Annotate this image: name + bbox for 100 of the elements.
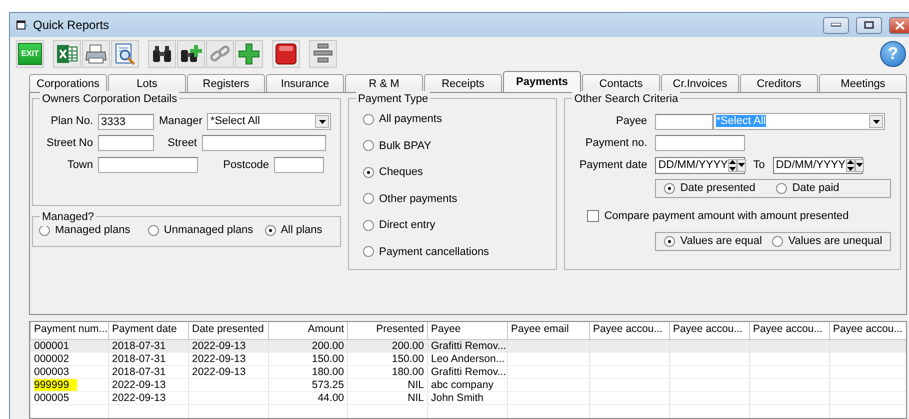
- option-label: Payment cancellations: [379, 244, 490, 260]
- field-label: To: [753, 158, 765, 173]
- toolbar-button[interactable]: [177, 40, 205, 68]
- binoculars-plus-icon: [180, 44, 202, 64]
- table-cell: 2022-09-13: [112, 392, 166, 404]
- text-field[interactable]: [202, 135, 326, 152]
- option-label: Date presented: [680, 180, 756, 196]
- radio-button[interactable]: [363, 166, 374, 178]
- table-cell: abc company: [431, 378, 494, 390]
- printer-icon: [85, 44, 107, 64]
- field-label: Plan No.: [50, 114, 93, 130]
- radio-button[interactable]: [664, 182, 676, 194]
- table-cell: 2022-09-13: [192, 352, 246, 364]
- date-field[interactable]: DD/MM/YYYY: [772, 156, 863, 174]
- table-cell: 150.00: [392, 352, 424, 364]
- app-icon: [16, 19, 29, 31]
- toolbar-button[interactable]: [148, 40, 176, 68]
- radio-button[interactable]: [363, 220, 374, 231]
- maximize-button[interactable]: [856, 16, 882, 34]
- tab[interactable]: R & M: [345, 74, 423, 92]
- table-cell: John Smith: [431, 392, 484, 404]
- text-field[interactable]: [655, 135, 746, 152]
- table-cell-text: 000001: [34, 340, 70, 352]
- table-cell: 200.00: [392, 340, 424, 352]
- field-label: Street: [166, 136, 197, 151]
- tab[interactable]: Payments: [503, 71, 581, 92]
- tab[interactable]: Corporations: [29, 74, 107, 92]
- tab[interactable]: Lots: [108, 74, 186, 92]
- column-header[interactable]: Payment date: [108, 322, 188, 339]
- tab[interactable]: Cr.Invoices: [661, 74, 739, 92]
- text-field[interactable]: [274, 156, 324, 173]
- tab[interactable]: Registers: [187, 74, 265, 92]
- plus-icon: [238, 43, 260, 65]
- option-label: Date paid: [792, 180, 840, 196]
- radio-button[interactable]: [776, 182, 788, 194]
- toolbar-button[interactable]: [82, 40, 110, 68]
- field-label: Street No: [46, 136, 93, 151]
- table-cell: 180.00: [392, 366, 424, 378]
- manager-dropdown[interactable]: *Select All: [207, 113, 332, 130]
- field-label: Manager: [159, 114, 202, 130]
- table-cell: 2018-07-31: [112, 340, 166, 352]
- minimize-button[interactable]: [823, 16, 849, 34]
- field-label: Town: [66, 158, 93, 172]
- option-label: All plans: [280, 223, 322, 238]
- table-cell: NIL: [408, 392, 424, 404]
- column-header[interactable]: Payee email: [508, 322, 590, 339]
- radio-button[interactable]: [664, 236, 676, 247]
- table-cell: 999999: [34, 378, 78, 390]
- field-label: Postcode: [222, 158, 269, 172]
- column-header[interactable]: Date presented: [188, 322, 268, 339]
- tab[interactable]: Insurance: [266, 74, 344, 92]
- tab[interactable]: Contacts: [582, 74, 660, 92]
- text-field[interactable]: [98, 156, 198, 173]
- preview-icon: [114, 43, 136, 65]
- column-header[interactable]: Presented: [348, 322, 428, 339]
- spinner-icon[interactable]: [728, 158, 737, 172]
- table-cell: 200.00: [312, 340, 344, 352]
- radio-button[interactable]: [148, 224, 159, 236]
- column-header[interactable]: Payment num...: [30, 322, 108, 339]
- radio-button[interactable]: [363, 193, 374, 204]
- spinner-icon[interactable]: [846, 158, 854, 172]
- option-label: Bulk BPAY: [379, 138, 432, 154]
- close-button[interactable]: [889, 16, 909, 34]
- column-header[interactable]: Payee: [428, 322, 508, 339]
- text-field[interactable]: [655, 114, 714, 130]
- date-field[interactable]: DD/MM/YYYY: [655, 156, 746, 174]
- tab[interactable]: Receipts: [424, 74, 502, 92]
- radio-button[interactable]: [363, 140, 374, 152]
- tab[interactable]: Creditors: [740, 74, 818, 92]
- tab[interactable]: Meetings: [819, 74, 907, 92]
- text-field[interactable]: [98, 135, 154, 152]
- option-label: All payments: [379, 112, 442, 127]
- table-cell: NIL: [408, 378, 424, 390]
- option-label: Managed plans: [55, 223, 130, 238]
- option-label: Unmanaged plans: [164, 223, 254, 238]
- column-header[interactable]: Payee accou...: [670, 322, 750, 339]
- checkbox[interactable]: [587, 210, 600, 222]
- table-cell: 2022-09-13: [192, 340, 246, 352]
- table-cell: Grafitti Remov...: [431, 340, 506, 352]
- field-label: Payment no.: [584, 136, 648, 151]
- radio-button[interactable]: [363, 114, 374, 125]
- maximize-icon: [864, 21, 874, 29]
- toolbar-button[interactable]: [272, 40, 300, 68]
- table-cell: 2018-07-31: [112, 352, 166, 364]
- option-label: Values are equal: [680, 234, 762, 250]
- column-header[interactable]: Payee accou...: [750, 322, 830, 339]
- table-cell: 150.00: [312, 352, 344, 364]
- stop-icon: [275, 43, 297, 65]
- radio-button[interactable]: [264, 224, 276, 236]
- table-cell-text: 000002: [34, 352, 70, 364]
- radio-button[interactable]: [363, 246, 374, 258]
- toolbar-button[interactable]: [111, 40, 139, 68]
- column-header[interactable]: Amount: [268, 322, 348, 339]
- text-field[interactable]: 3333: [98, 114, 154, 130]
- table-cell: Leo Anderson...: [431, 352, 505, 364]
- radio-button[interactable]: [772, 236, 784, 247]
- chain-link-icon: [209, 44, 231, 64]
- column-header[interactable]: Payee accou...: [830, 322, 906, 339]
- column-header[interactable]: Payee accou...: [590, 322, 670, 339]
- table-cell: Grafitti Remov...: [431, 366, 506, 378]
